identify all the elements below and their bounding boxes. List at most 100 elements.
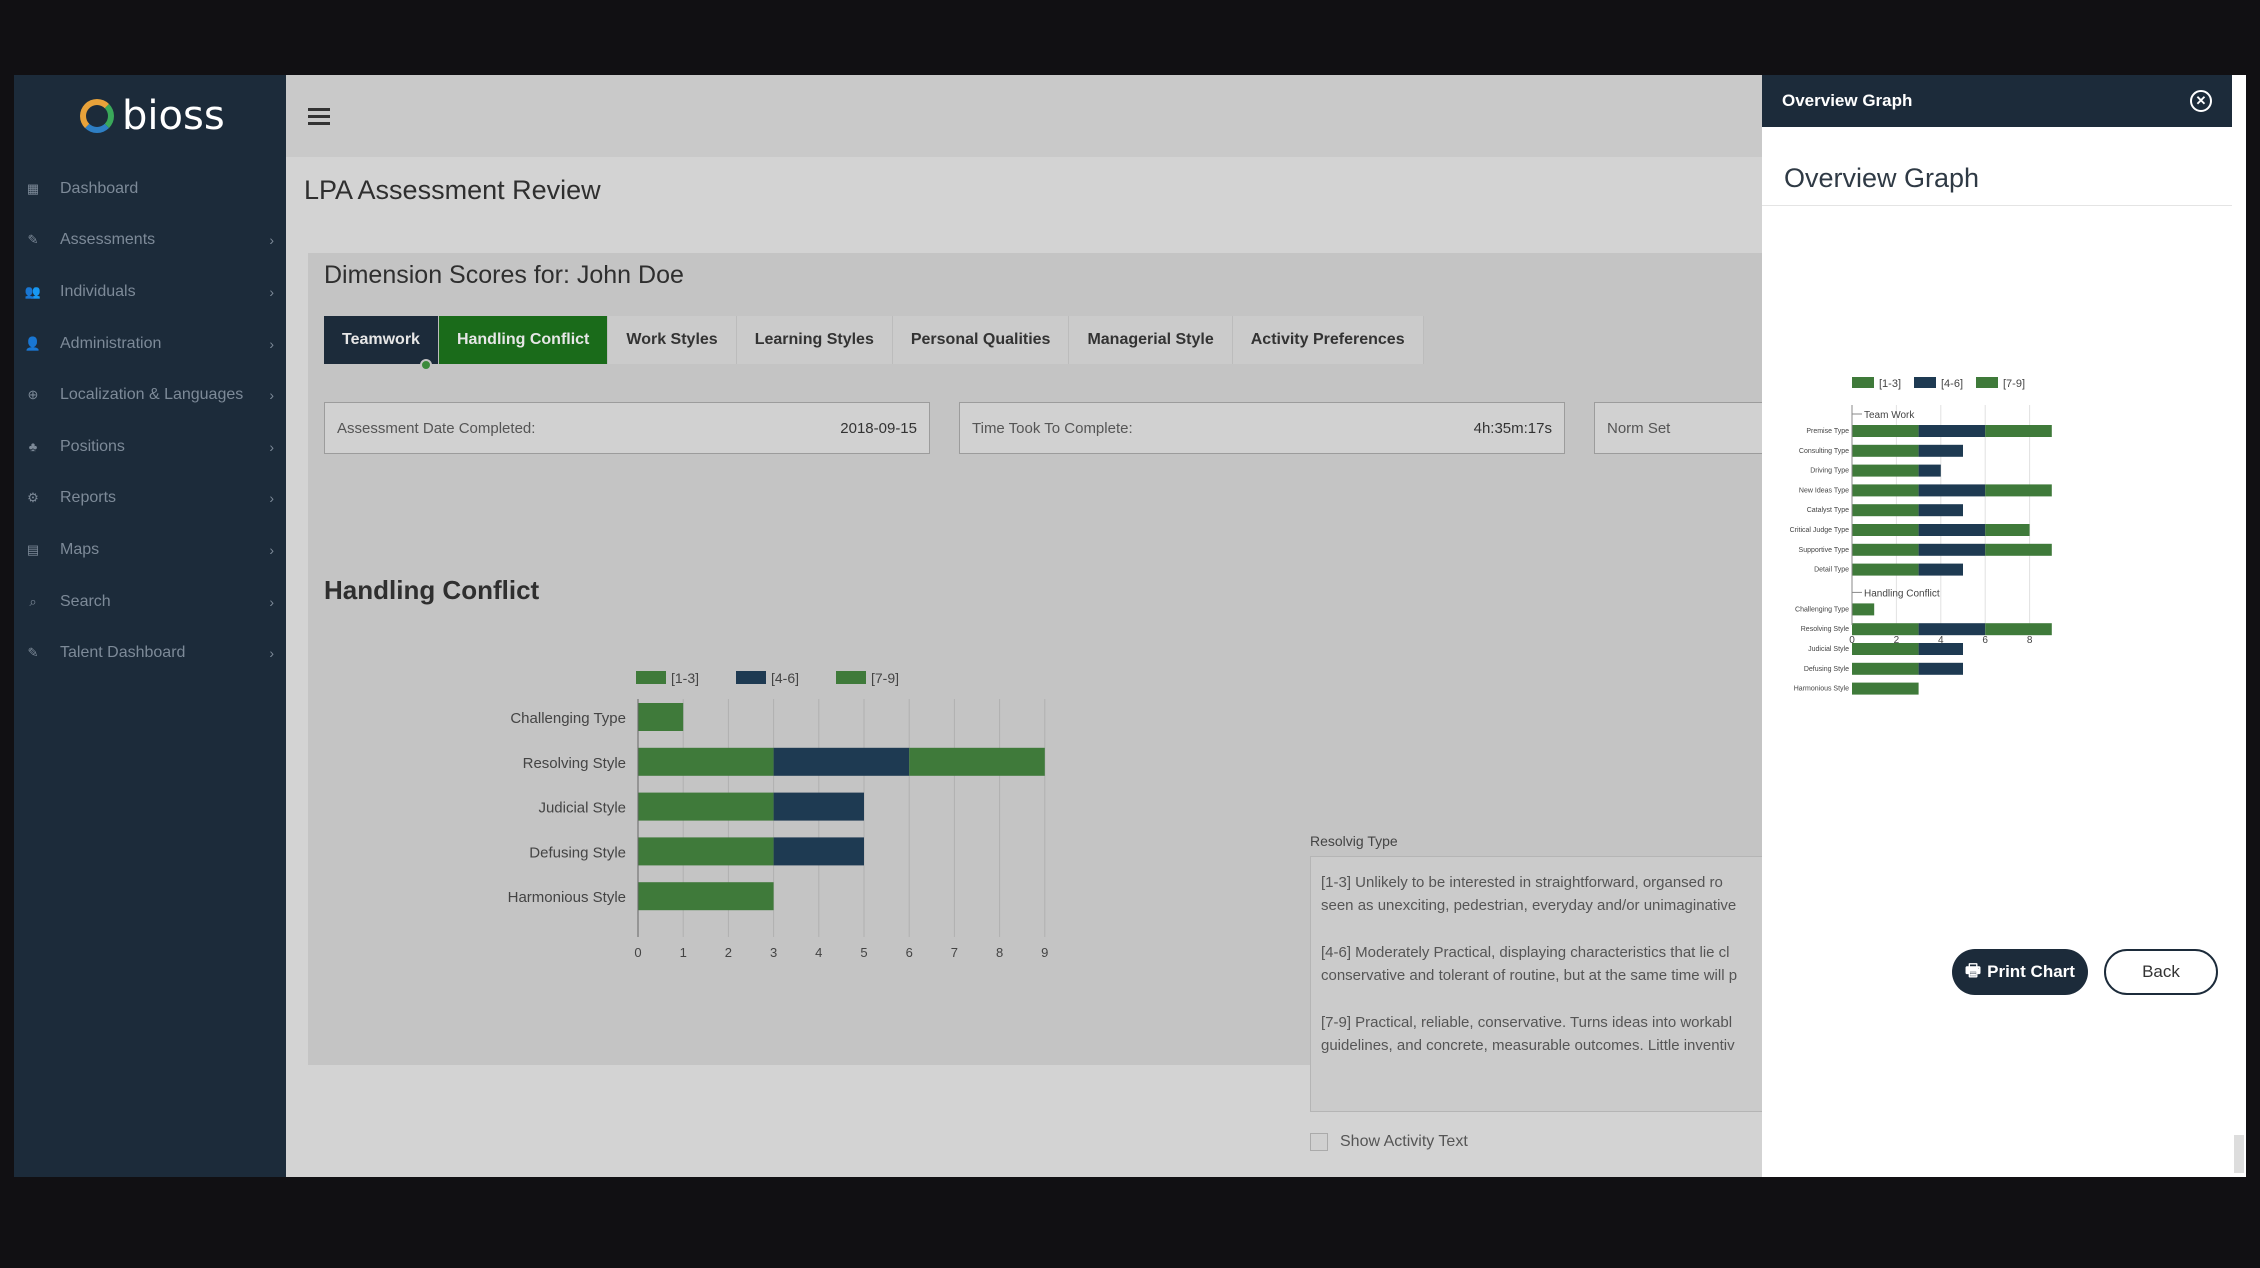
big-legend-label: [1-3] [671,670,699,686]
big-bar-0-seg-1[interactable] [638,703,684,731]
sidebar-item-positions[interactable]: ♣ Positions › [14,421,286,473]
tab-work-styles[interactable]: Work Styles [608,316,737,364]
small-bar-0-0-seg-2[interactable] [1918,425,1986,437]
small-bar-1-1-seg-1[interactable] [1852,623,1919,636]
small-bar-0-7-seg-2[interactable] [1918,563,1963,576]
sidebar-item-individuals[interactable]: 👥 Individuals › [14,266,286,318]
small-bar-1-2-seg-1[interactable] [1852,643,1919,655]
big-y-tick-label: Defusing Style [529,844,626,861]
description-line: guidelines, and concrete, measurable out… [1321,1037,1735,1054]
cogs-icon: ⚙ [27,490,39,506]
sidebar-item-localization-languages[interactable]: ⊕ Localization & Languages › [14,369,286,421]
big-bar-1-seg-2[interactable] [773,747,910,776]
small-y-tick-label: Defusing Style [1804,666,1849,673]
small-legend-swatch [1852,377,1874,388]
small-bar-0-0-seg-1[interactable] [1852,425,1919,437]
big-bar-1-seg-1[interactable] [638,747,774,776]
small-x-tick-label: 6 [1982,635,1988,646]
small-bar-1-1-seg-3[interactable] [1985,623,2052,636]
sidebar-item-talent-dashboard[interactable]: ✎ Talent Dashboard › [14,627,286,679]
bioss-logo-icon [80,99,114,133]
big-legend-swatch [636,671,666,684]
small-bar-0-6-seg-1[interactable] [1852,543,1919,556]
big-y-tick-label: Resolving Style [523,755,626,772]
brand-logo[interactable]: bioss [80,93,225,139]
sidebar-item-reports[interactable]: ⚙ Reports › [14,473,286,525]
small-bar-1-0-seg-1[interactable] [1852,603,1875,616]
sidebar-item-assessments[interactable]: ✎ Assessments › [14,215,286,267]
description-paragraph: [1-3] Unlikely to be interested in strai… [1321,871,1819,917]
print-icon: 🖶 [1965,960,1982,980]
small-y-tick-label: Harmonious Style [1794,686,1849,693]
sidebar-item-label: Administration [60,334,162,352]
big-x-tick-label: 2 [725,945,732,960]
sitemap-icon: ♣ [28,439,38,455]
small-bar-0-3-seg-3[interactable] [1985,484,2052,497]
print-chart-button[interactable]: 🖶 Print Chart [1952,949,2088,995]
big-x-tick-label: 1 [680,945,687,960]
small-bar-1-4-seg-1[interactable] [1852,682,1919,695]
hamburger-menu-icon[interactable] [308,104,330,129]
show-activity-text-checkbox[interactable]: Show Activity Text [1310,1133,1468,1151]
tab-managerial-style[interactable]: Managerial Style [1069,316,1233,364]
big-x-tick-label: 7 [951,945,958,960]
small-bar-0-5-seg-2[interactable] [1918,524,1986,536]
big-bar-1-seg-3[interactable] [909,747,1045,776]
small-bar-1-3-seg-2[interactable] [1918,662,1963,675]
tab-activity-preferences[interactable]: Activity Preferences [1233,316,1424,364]
small-legend-swatch [1976,377,1998,388]
big-y-tick-label: Judicial Style [538,800,626,817]
tab-learning-styles[interactable]: Learning Styles [737,316,893,364]
small-y-tick-label: Catalyst Type [1807,507,1849,514]
small-bar-0-3-seg-1[interactable] [1852,484,1919,497]
scrollbar[interactable] [2232,75,2246,1177]
small-y-tick-label: Driving Type [1810,468,1849,475]
description-line: [4-6] Moderately Practical, displaying c… [1321,944,1730,961]
small-bar-0-1-seg-2[interactable] [1918,444,1963,457]
small-y-tick-label: Critical Judge Type [1790,527,1850,534]
small-bar-0-4-seg-1[interactable] [1852,504,1919,517]
back-button[interactable]: Back [2104,949,2218,995]
small-bar-0-6-seg-2[interactable] [1918,543,1986,556]
small-bar-0-0-seg-3[interactable] [1985,425,2052,437]
description-line: seen as unexciting, pedestrian, everyday… [1321,897,1737,914]
small-bar-1-2-seg-2[interactable] [1918,643,1963,655]
sidebar-item-maps[interactable]: ▤ Maps › [14,524,286,576]
big-bar-2-seg-2[interactable] [773,792,864,821]
big-bar-4-seg-1[interactable] [638,882,774,911]
small-bar-0-3-seg-2[interactable] [1918,484,1986,497]
small-bar-1-3-seg-1[interactable] [1852,662,1919,675]
overview-chart: [1-3] [4-6] [7-9]0 2 4 6 8Team WorkPremise Typ… [1790,377,2052,695]
tab-teamwork[interactable]: Teamwork [324,316,439,371]
small-bar-0-5-seg-3[interactable] [1985,524,2030,536]
tab-handling-conflict[interactable]: Handling Conflict [438,316,609,364]
small-legend-label: [7-9] [2003,378,2025,390]
small-bar-0-2-seg-2[interactable] [1918,464,1941,477]
big-bar-3-seg-2[interactable] [773,837,864,866]
card-title: Dimension Scores for: John Doe [324,261,684,289]
small-bar-0-6-seg-3[interactable] [1985,543,2052,556]
small-y-tick-label: Premise Type [1806,428,1849,435]
big-bar-3-seg-1[interactable] [638,837,774,866]
sidebar-item-dashboard[interactable]: ▦ Dashboard [14,163,286,215]
big-x-tick-label: 0 [634,945,641,960]
small-bar-0-4-seg-2[interactable] [1918,504,1963,517]
edit-icon: ✎ [27,645,39,661]
big-bar-2-seg-1[interactable] [638,792,774,821]
small-bar-0-7-seg-1[interactable] [1852,563,1919,576]
chevron-right-icon: › [269,335,274,352]
divider [1762,205,2232,206]
sidebar-item-administration[interactable]: 👤 Administration › [14,318,286,370]
field-label: Time Took To Complete: [972,419,1133,437]
tab-personal-qualities[interactable]: Personal Qualities [893,316,1070,364]
small-bar-0-1-seg-1[interactable] [1852,444,1919,457]
small-y-tick-label: Resolving Style [1801,626,1849,633]
small-bar-0-2-seg-1[interactable] [1852,464,1919,477]
big-legend-label: [7-9] [871,670,899,686]
close-icon[interactable]: ✕ [2190,90,2212,112]
small-bar-1-1-seg-2[interactable] [1918,623,1986,636]
sidebar-item-search[interactable]: ⌕ Search › [14,576,286,628]
sidebar-item-label: Dashboard [60,179,139,197]
checkbox-box[interactable] [1310,1133,1328,1151]
small-bar-0-5-seg-1[interactable] [1852,524,1919,536]
